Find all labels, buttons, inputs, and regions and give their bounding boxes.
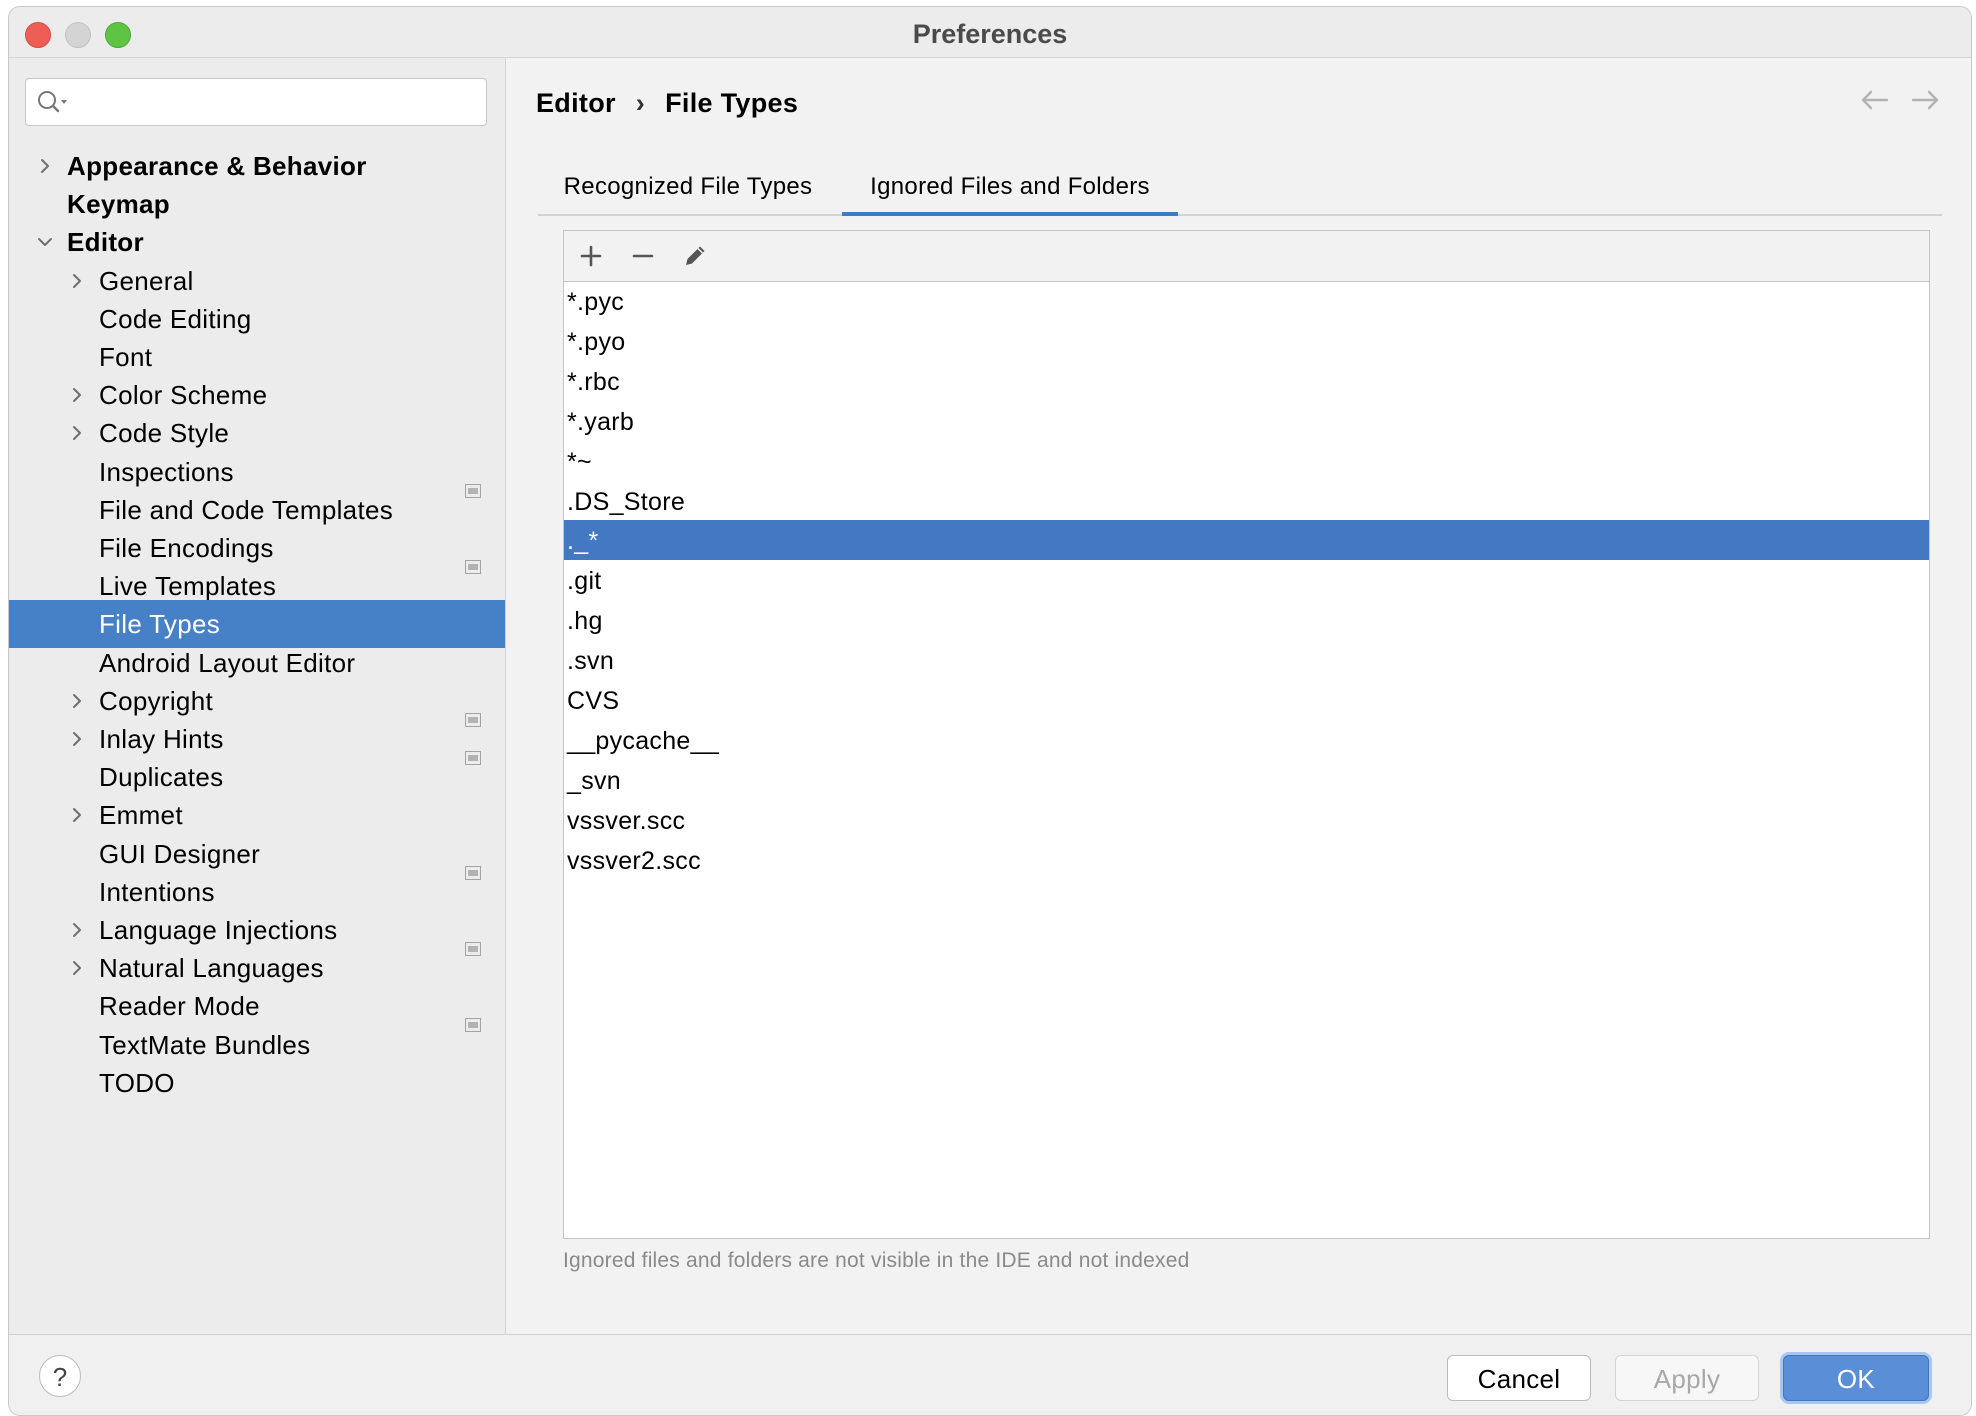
help-button[interactable]: ? <box>39 1355 81 1397</box>
settings-content: Editor › File Types Recognized File Types … <box>506 58 1971 1334</box>
breadcrumb-separator: › <box>635 88 646 118</box>
ignored-pattern-row[interactable]: _svn <box>564 760 1929 800</box>
ignored-pattern-row[interactable]: vssver.scc <box>564 800 1929 840</box>
ignored-pattern-row[interactable]: *.pyc <box>564 281 1929 321</box>
tab-ignored-files-and-folders[interactable]: Ignored Files and Folders <box>842 158 1178 216</box>
ignored-pattern-row[interactable]: ._* <box>564 520 1929 561</box>
cancel-button[interactable]: Cancel <box>1447 1355 1591 1401</box>
ignored-files-panel: *.pyc *.pyo *.rbc *.yarb *~ .DS_Store ._* .git.… <box>563 230 1930 1239</box>
back-arrow-icon[interactable] <box>1859 88 1889 117</box>
sidebar-item-label: TODO <box>99 1068 175 1098</box>
tab-recognized-file-types[interactable]: Recognized File Types <box>538 158 838 214</box>
window-title: Preferences <box>912 19 1068 49</box>
ignored-pattern-row[interactable]: .git <box>564 560 1929 600</box>
forward-arrow-icon[interactable] <box>1911 88 1941 117</box>
breadcrumb-current: File Types <box>665 88 799 118</box>
ignored-pattern-row[interactable]: CVS <box>564 680 1929 720</box>
ignored-pattern-row[interactable]: *.rbc <box>564 361 1929 401</box>
sidebar-item-todo[interactable]: TODO <box>9 1059 505 1107</box>
apply-button[interactable]: Apply <box>1615 1355 1759 1401</box>
dialog-footer: ? Cancel Apply OK <box>9 1334 1971 1415</box>
settings-search-field[interactable] <box>25 78 487 126</box>
search-icon[interactable] <box>36 89 70 120</box>
breadcrumb: Editor › File Types <box>536 88 798 119</box>
navigation-arrows <box>1841 88 1941 117</box>
list-toolbar <box>564 231 1929 282</box>
preferences-window: Preferences Appearance & Behavior Keymap E… <box>8 6 1972 1416</box>
plus-icon[interactable] <box>576 241 606 271</box>
minus-icon[interactable] <box>628 241 658 271</box>
breadcrumb-parent[interactable]: Editor <box>536 88 616 118</box>
ignored-pattern-row[interactable]: __pycache__ <box>564 720 1929 760</box>
hint-text: Ignored files and folders are not visibl… <box>563 1249 1190 1272</box>
ignored-pattern-row[interactable]: .svn <box>564 640 1929 680</box>
ignored-pattern-row[interactable]: *.yarb <box>564 401 1929 441</box>
ignored-pattern-row[interactable]: .hg <box>564 600 1929 640</box>
ignored-pattern-row[interactable]: *.pyo <box>564 321 1929 361</box>
ignored-pattern-row[interactable]: .DS_Store <box>564 481 1929 521</box>
ignored-pattern-row[interactable]: vssver2.scc <box>564 840 1929 880</box>
ok-button[interactable]: OK <box>1783 1355 1929 1401</box>
settings-sidebar: Appearance & Behavior Keymap Editor General… <box>9 58 506 1334</box>
tab-bar: Recognized File Types Ignored Files and … <box>538 158 1942 216</box>
ignored-pattern-row[interactable]: *~ <box>564 441 1929 481</box>
title-bar: Preferences <box>9 7 1971 58</box>
pencil-icon[interactable] <box>680 241 710 271</box>
